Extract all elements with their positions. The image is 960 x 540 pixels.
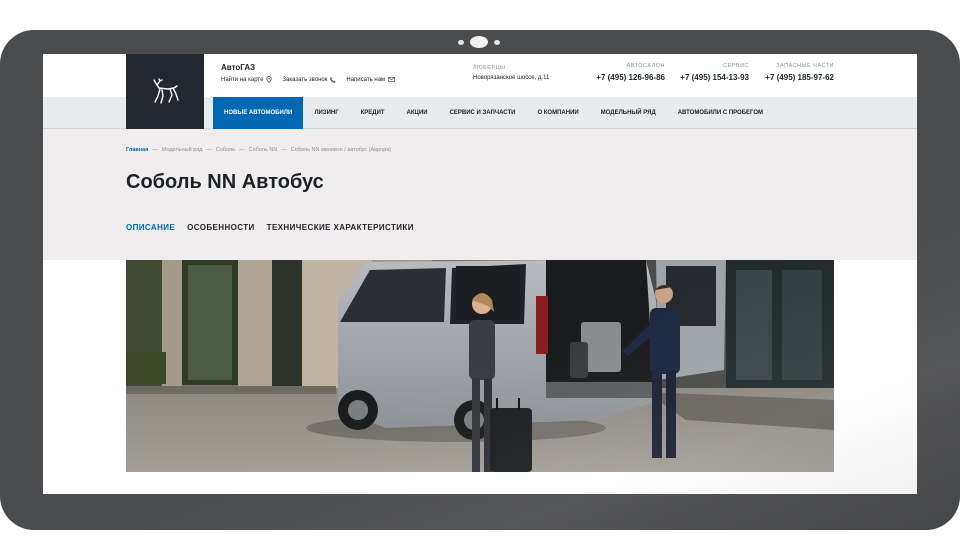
sensor-dot xyxy=(494,40,500,45)
breadcrumb-sobol[interactable]: Соболь xyxy=(216,147,235,153)
phone-salon-label: АВТОСАЛОН xyxy=(626,63,665,69)
tablet-frame: АвтоГАЗ Найти на карте Заказать звонок Н… xyxy=(0,30,960,530)
brand-name: АвтоГАЗ xyxy=(221,63,256,72)
tab-specifications[interactable]: ТЕХНИЧЕСКИЕ ХАРАКТЕРИСТИКИ xyxy=(267,223,414,232)
breadcrumb-separator: — xyxy=(239,147,245,153)
breadcrumb-separator: — xyxy=(281,147,287,153)
nav-about[interactable]: О КОМПАНИИ xyxy=(526,97,589,129)
phone-parts-label: ЗАПАСНЫЕ ЧАСТИ xyxy=(776,63,834,69)
header-links: Найти на карте Заказать звонок Написать … xyxy=(221,76,396,83)
phone-parts-number[interactable]: +7 (495) 185-97-62 xyxy=(765,73,834,82)
nav-model-range[interactable]: МОДЕЛЬНЫЙ РЯД xyxy=(590,97,667,129)
find-on-map-link[interactable]: Найти на карте xyxy=(221,76,272,83)
breadcrumb-home[interactable]: Главная xyxy=(126,147,148,153)
breadcrumb-sobol-nn[interactable]: Соболь NN xyxy=(249,147,278,153)
map-pin-icon xyxy=(266,76,272,83)
mail-icon xyxy=(388,77,396,82)
phone-service: СЕРВИС +7 (495) 154-13-93 xyxy=(680,63,749,82)
page-header: Главная — Модельный ряд — Соболь — Собол… xyxy=(43,129,917,260)
phone-salon-number[interactable]: +7 (495) 126-96-86 xyxy=(596,73,665,82)
phone-service-label: СЕРВИС xyxy=(723,63,749,69)
phone-salon: АВТОСАЛОН +7 (495) 126-96-86 xyxy=(596,63,665,82)
nav-credit[interactable]: КРЕДИТ xyxy=(350,97,396,129)
breadcrumb: Главная — Модельный ряд — Соболь — Собол… xyxy=(126,147,391,153)
nav-leasing[interactable]: ЛИЗИНГ xyxy=(303,97,349,129)
write-us-label: Написать нам xyxy=(346,76,386,83)
find-on-map-label: Найти на карте xyxy=(221,76,264,83)
nav-used-cars[interactable]: АВТОМОБИЛИ С ПРОБЕГОМ xyxy=(667,97,774,129)
breadcrumb-separator: — xyxy=(152,147,158,153)
location-city: ЛЮБЕРЦЫ xyxy=(473,65,506,71)
sensor-dot xyxy=(458,40,464,45)
phone-parts: ЗАПАСНЫЕ ЧАСТИ +7 (495) 185-97-62 xyxy=(765,63,834,82)
order-call-label: Заказать звонок xyxy=(282,76,328,83)
tab-description[interactable]: ОПИСАНИЕ xyxy=(126,223,175,232)
hero-image xyxy=(126,260,834,472)
breadcrumb-separator: — xyxy=(206,147,212,153)
page-footer-space xyxy=(43,472,917,494)
content-tabs: ОПИСАНИЕ ОСОБЕННОСТИ ТЕХНИЧЕСКИЕ ХАРАКТЕ… xyxy=(126,223,414,232)
tab-features[interactable]: ОСОБЕННОСТИ xyxy=(187,223,255,232)
nav-items: НОВЫЕ АВТОМОБИЛИ ЛИЗИНГ КРЕДИТ АКЦИИ СЕР… xyxy=(213,97,774,129)
nav-promotions[interactable]: АКЦИИ xyxy=(396,97,439,129)
nav-new-cars[interactable]: НОВЫЕ АВТОМОБИЛИ xyxy=(213,97,304,129)
browser-screen: АвтоГАЗ Найти на карте Заказать звонок Н… xyxy=(43,54,917,494)
breadcrumb-current: Соболь NN минивэн / автобус (Аврора) xyxy=(290,147,392,153)
order-call-link[interactable]: Заказать звонок xyxy=(282,76,337,83)
page-title: Соболь NN Автобус xyxy=(126,171,324,193)
dealer-location: ЛЮБЕРЦЫ Новорязанское шоссе, д.11 xyxy=(473,65,549,81)
phone-icon xyxy=(330,76,337,83)
minibus-photo xyxy=(126,260,834,472)
camera-icon xyxy=(470,36,488,48)
location-address: Новорязанское шоссе, д.11 xyxy=(473,75,550,81)
deer-logo-icon xyxy=(153,77,179,104)
breadcrumb-model-range[interactable]: Модельный ряд xyxy=(162,147,203,153)
write-us-link[interactable]: Написать нам xyxy=(346,76,396,83)
phone-service-number[interactable]: +7 (495) 154-13-93 xyxy=(680,73,749,82)
nav-service-parts[interactable]: СЕРВИС И ЗАПЧАСТИ xyxy=(439,97,527,129)
site-logo[interactable] xyxy=(126,54,204,129)
